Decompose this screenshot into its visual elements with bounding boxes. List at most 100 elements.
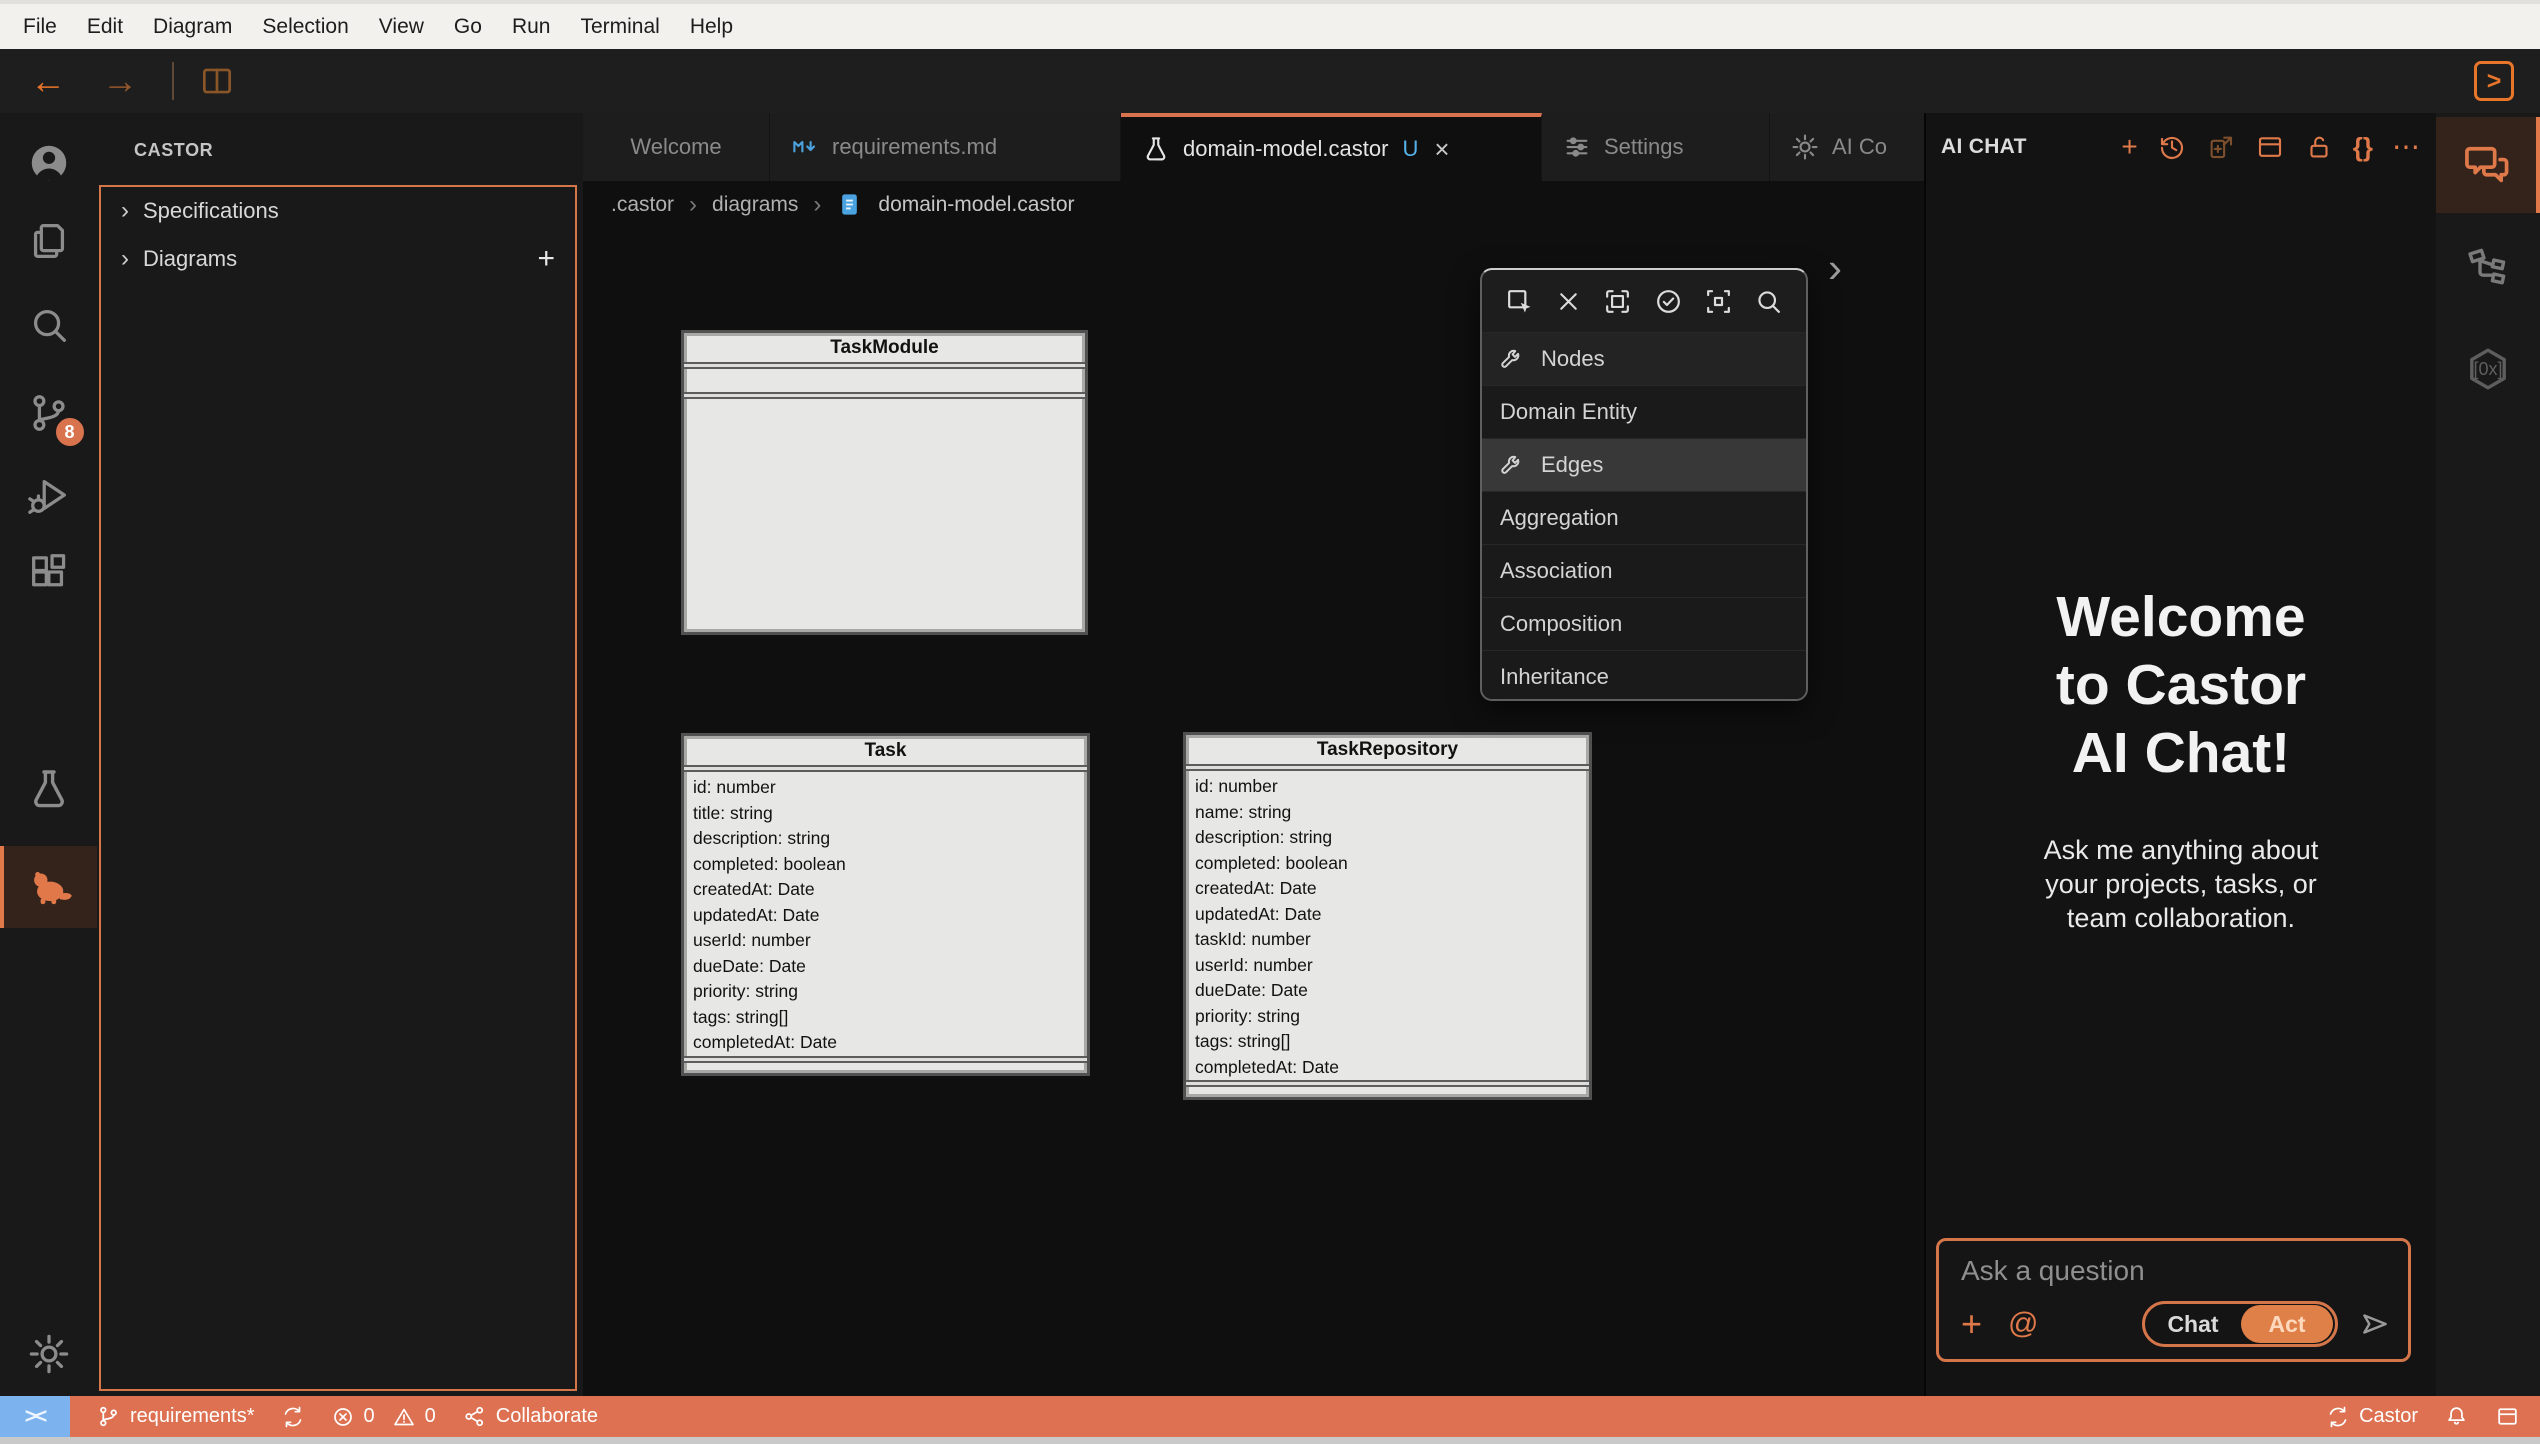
palette-group-nodes[interactable]: Nodes <box>1482 332 1806 385</box>
palette-item-composition[interactable]: Composition <box>1482 597 1806 650</box>
class-attribute: updatedAt: Date <box>693 903 1078 929</box>
palette-group-label: Edges <box>1541 452 1603 478</box>
ai-chat-view-icon[interactable] <box>2436 117 2540 213</box>
mode-act-option[interactable]: Act <box>2241 1305 2333 1343</box>
layout-icon[interactable] <box>2255 132 2285 162</box>
sync-status[interactable] <box>281 1405 305 1429</box>
diagram-canvas[interactable]: TaskModule Task id: number title: string… <box>583 228 1924 1396</box>
window-bottom-edge <box>0 1437 2540 1444</box>
search-icon[interactable] <box>0 297 97 353</box>
menu-view[interactable]: View <box>364 15 439 39</box>
sync-icon <box>2326 1405 2350 1429</box>
menu-help[interactable]: Help <box>675 15 748 39</box>
branch-icon <box>96 1404 121 1429</box>
sidebar-tree: › Specifications › Diagrams + <box>99 185 577 1391</box>
menu-selection[interactable]: Selection <box>247 15 363 39</box>
back-arrow-icon[interactable]: ← <box>30 63 66 99</box>
tab-ai-co[interactable]: AI Co <box>1770 113 1924 181</box>
palette-item-label: Association <box>1500 558 1613 584</box>
tab-requirements-md[interactable]: requirements.md <box>770 113 1121 181</box>
class-node-task[interactable]: Task id: number title: string descriptio… <box>681 733 1090 1076</box>
attach-icon[interactable]: + <box>1961 1306 1982 1342</box>
remote-indicator[interactable]: >< <box>0 1396 70 1437</box>
warning-count: 0 <box>425 1405 436 1428</box>
sync-icon <box>281 1405 305 1429</box>
castor-icon[interactable] <box>0 846 97 928</box>
menu-go[interactable]: Go <box>439 15 497 39</box>
menu-bar: File Edit Diagram Selection View Go Run … <box>0 0 2540 49</box>
source-control-icon[interactable]: 8 <box>0 383 97 443</box>
select-tool-icon[interactable] <box>1504 286 1535 317</box>
class-node-taskmodule[interactable]: TaskModule <box>681 330 1088 635</box>
run-debug-icon[interactable] <box>0 468 97 524</box>
terminal-toggle-icon[interactable]: > <box>2474 61 2514 101</box>
chevron-right-icon: › <box>813 191 821 219</box>
menu-run[interactable]: Run <box>497 15 566 39</box>
tab-domain-model-castor[interactable]: domain-model.castor U × <box>1121 113 1542 181</box>
sliders-icon <box>1562 132 1592 162</box>
palette-item-domain-entity[interactable]: Domain Entity <box>1482 385 1806 438</box>
palette-item-aggregation[interactable]: Aggregation <box>1482 491 1806 544</box>
chevron-right-icon: › <box>121 245 129 273</box>
palette-collapse-chevron-icon[interactable]: › <box>1828 244 1842 292</box>
braces-icon[interactable]: {} <box>2353 134 2373 160</box>
add-diagram-button[interactable]: + <box>537 242 555 276</box>
sidebar-item-specifications[interactable]: › Specifications <box>101 187 575 235</box>
class-node-taskrepository[interactable]: TaskRepository id: number name: string d… <box>1183 732 1592 1100</box>
marquee-tool-icon[interactable] <box>1602 286 1633 317</box>
diagram-hierarchy-icon[interactable] <box>2436 239 2540 295</box>
class-name: Task <box>684 736 1087 765</box>
extensions-icon[interactable] <box>0 545 97 601</box>
forward-arrow-icon[interactable]: → <box>102 63 138 99</box>
delete-tool-icon[interactable] <box>1554 287 1583 316</box>
explorer-icon[interactable] <box>0 213 97 269</box>
mode-chat-option[interactable]: Chat <box>2145 1311 2241 1338</box>
palette-item-association[interactable]: Association <box>1482 544 1806 597</box>
test-flask-icon[interactable] <box>0 758 97 820</box>
sidebar-item-diagrams[interactable]: › Diagrams + <box>101 235 575 283</box>
palette-group-label: Nodes <box>1541 346 1605 372</box>
tab-settings[interactable]: Settings <box>1542 113 1770 181</box>
palette-group-edges[interactable]: Edges <box>1482 438 1806 491</box>
class-attribute: updatedAt: Date <box>1195 902 1580 928</box>
history-icon[interactable] <box>2157 132 2187 162</box>
class-attribute: priority: string <box>693 979 1078 1005</box>
menu-file[interactable]: File <box>8 15 72 39</box>
export-chat-icon[interactable] <box>2206 132 2236 162</box>
account-icon[interactable] <box>0 135 97 191</box>
file-icon <box>836 191 863 218</box>
breadcrumb-segment[interactable]: domain-model.castor <box>878 193 1074 217</box>
breadcrumb-segment[interactable]: .castor <box>611 193 674 217</box>
notifications-bell-icon[interactable] <box>2444 1404 2469 1429</box>
castor-sync-status[interactable]: Castor <box>2326 1405 2418 1429</box>
split-editor-icon[interactable] <box>198 62 236 100</box>
palette-item-label: Inheritance <box>1500 664 1609 690</box>
sidebar-title: CASTOR <box>134 140 213 161</box>
settings-gear-icon[interactable] <box>0 1326 97 1382</box>
problems-status[interactable]: 0 0 <box>331 1405 436 1429</box>
send-icon[interactable] <box>2358 1307 2392 1341</box>
breadcrumb-segment[interactable]: diagrams <box>712 193 798 217</box>
validate-tool-icon[interactable] <box>1653 286 1684 317</box>
unlock-icon[interactable] <box>2304 132 2334 162</box>
panel-layout-icon[interactable] <box>2495 1404 2520 1429</box>
palette-item-inheritance[interactable]: Inheritance <box>1482 650 1806 701</box>
mention-icon[interactable]: @ <box>2008 1309 2038 1339</box>
markdown-icon <box>790 132 820 162</box>
fit-view-tool-icon[interactable] <box>1703 286 1734 317</box>
collaborate-button[interactable]: Collaborate <box>462 1404 598 1429</box>
new-chat-icon[interactable]: + <box>2121 133 2137 161</box>
more-actions-icon[interactable]: ⋯ <box>2392 133 2420 161</box>
chat-question-input[interactable] <box>1961 1255 2381 1287</box>
menu-diagram[interactable]: Diagram <box>138 15 247 39</box>
hex-debug-icon[interactable] <box>2436 341 2540 397</box>
menu-edit[interactable]: Edit <box>72 15 138 39</box>
tab-welcome[interactable]: Welcome <box>583 113 770 181</box>
chat-input-box[interactable]: + @ Chat Act <box>1936 1238 2411 1362</box>
search-tool-icon[interactable] <box>1753 286 1784 317</box>
close-icon[interactable]: × <box>1434 134 1449 165</box>
status-bar: >< requirements* 0 0 Collaborate Castor <box>0 1396 2540 1437</box>
chat-act-toggle[interactable]: Chat Act <box>2142 1301 2338 1347</box>
git-branch-status[interactable]: requirements* <box>96 1404 255 1429</box>
menu-terminal[interactable]: Terminal <box>565 15 674 39</box>
